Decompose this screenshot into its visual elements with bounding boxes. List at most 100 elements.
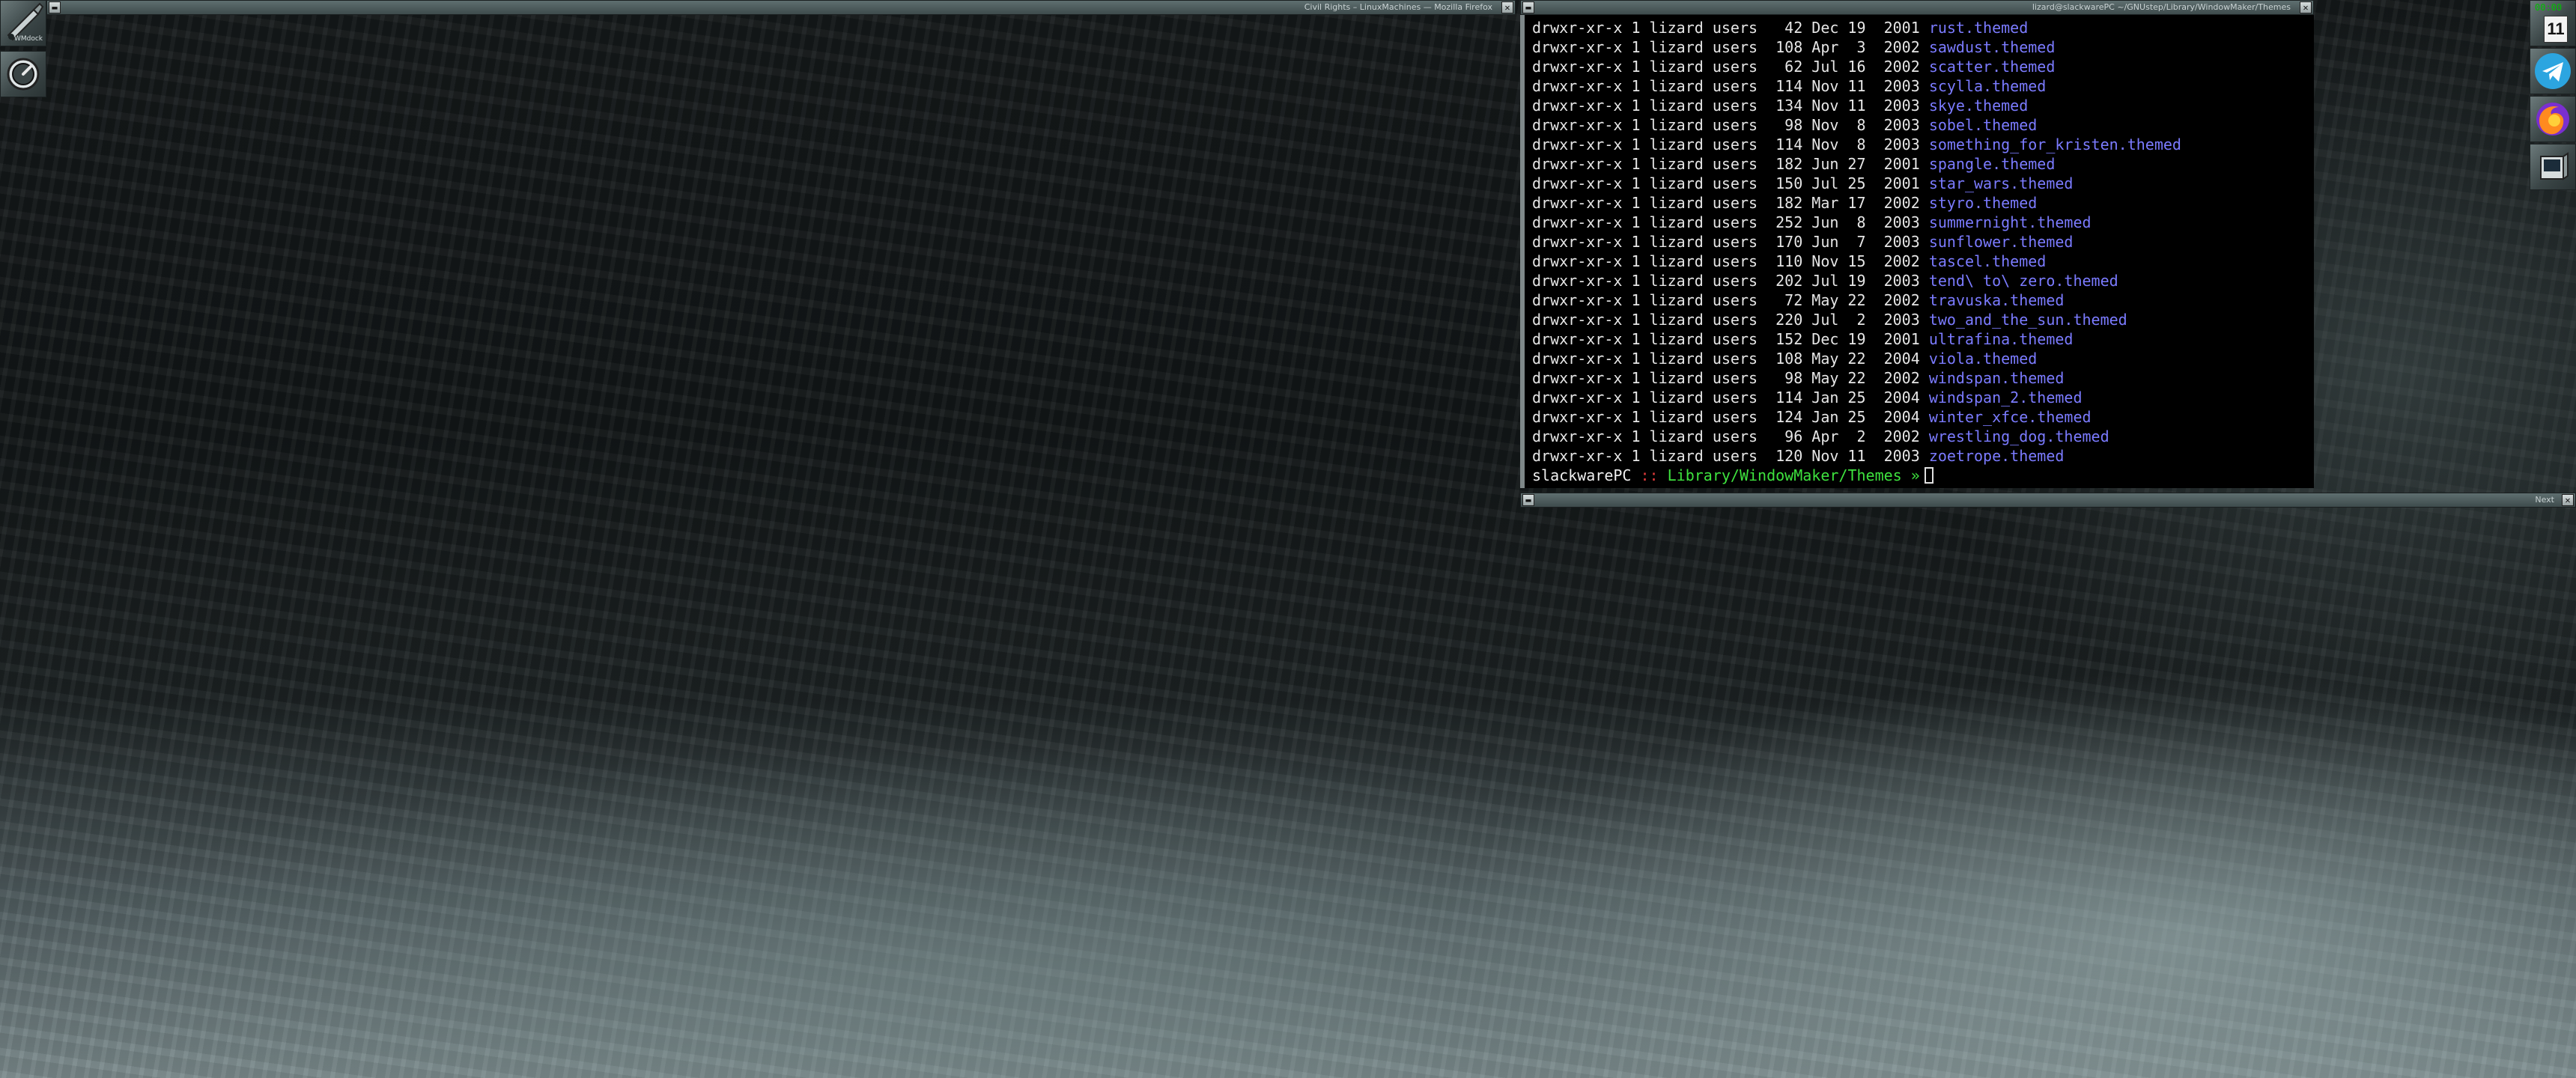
file-meta: drwxr-xr-x 1 lizard users 98 May 22 2002 bbox=[1532, 369, 1920, 387]
terminal-line: drwxr-xr-x 1 lizard users 182 Mar 17 200… bbox=[1532, 193, 2314, 213]
prompt-host: slackwarePC bbox=[1532, 466, 1632, 484]
file-meta: drwxr-xr-x 1 lizard users 170 Jun 7 2003 bbox=[1532, 233, 1920, 251]
terminal-line: drwxr-xr-x 1 lizard users 108 May 22 200… bbox=[1532, 349, 2314, 368]
file-meta: drwxr-xr-x 1 lizard users 62 Jul 16 2002 bbox=[1532, 58, 1920, 76]
file-name: ultrafina.themed bbox=[1928, 330, 2074, 348]
terminal-line: drwxr-xr-x 1 lizard users 98 Nov 8 2003 … bbox=[1532, 115, 2314, 135]
wmaker-caption: WMdock bbox=[13, 35, 43, 43]
file-meta: drwxr-xr-x 1 lizard users 96 Apr 2 2002 bbox=[1532, 427, 1920, 445]
prompt-path: Library/WindowMaker/Themes bbox=[1667, 466, 1902, 484]
terminal-window[interactable]: drwxr-xr-x 1 lizard users 42 Dec 19 2001… bbox=[1520, 15, 2314, 488]
terminal-line: drwxr-xr-x 1 lizard users 120 Nov 11 200… bbox=[1532, 446, 2314, 466]
terminal-window-title: lizard@slackwarePC ~/GNUstep/Library/Win… bbox=[2032, 2, 2291, 12]
terminal-dock-tile[interactable] bbox=[2530, 144, 2576, 190]
close-button[interactable]: ✕ bbox=[2300, 1, 2312, 13]
terminal-line: drwxr-xr-x 1 lizard users 96 Apr 2 2002 … bbox=[1532, 427, 2314, 446]
file-name: spangle.themed bbox=[1928, 155, 2056, 173]
file-name: styro.themed bbox=[1928, 194, 2038, 212]
file-meta: drwxr-xr-x 1 lizard users 134 Nov 11 200… bbox=[1532, 97, 1920, 115]
terminal-listing: drwxr-xr-x 1 lizard users 42 Dec 19 2001… bbox=[1532, 18, 2314, 466]
terminal-cursor bbox=[1924, 467, 1933, 484]
file-name: tend\ to\ zero.themed bbox=[1928, 272, 2118, 290]
mozilla-window-titlebar[interactable]: ▬ Civil Rights – LinuxMachines — Mozilla… bbox=[46, 0, 1516, 15]
terminal-line: drwxr-xr-x 1 lizard users 72 May 22 2002… bbox=[1532, 290, 2314, 310]
file-name: wrestling_dog.themed bbox=[1928, 427, 2109, 445]
firefox-icon bbox=[2536, 103, 2569, 135]
prompt-separator: :: bbox=[1631, 466, 1668, 484]
file-name: sunflower.themed bbox=[1928, 233, 2074, 251]
file-name: winter_xfce.themed bbox=[1928, 408, 2092, 426]
mozilla-window-title: Civil Rights – LinuxMachines — Mozilla F… bbox=[1304, 2, 1492, 12]
file-name: something_for_kristen.themed bbox=[1928, 135, 2181, 153]
terminal-line: drwxr-xr-x 1 lizard users 182 Jun 27 200… bbox=[1532, 154, 2314, 174]
terminal-icon bbox=[2540, 152, 2569, 180]
file-name: two_and_the_sun.themed bbox=[1928, 311, 2127, 329]
telegram-dock-tile[interactable] bbox=[2530, 48, 2576, 94]
clock-dock-tile[interactable]: 00:00 11 bbox=[2530, 0, 2576, 46]
clip-icon bbox=[7, 58, 40, 91]
file-name: scylla.themed bbox=[1928, 77, 2047, 95]
terminal-line: drwxr-xr-x 1 lizard users 62 Jul 16 2002… bbox=[1532, 57, 2314, 76]
terminal-line: drwxr-xr-x 1 lizard users 134 Nov 11 200… bbox=[1532, 96, 2314, 115]
prompt-arrow: » bbox=[1901, 466, 1920, 484]
file-meta: drwxr-xr-x 1 lizard users 108 Apr 3 2002 bbox=[1532, 38, 1920, 56]
close-button[interactable]: ✕ bbox=[1501, 1, 1513, 13]
telegram-icon bbox=[2535, 53, 2571, 89]
file-meta: drwxr-xr-x 1 lizard users 98 Nov 8 2003 bbox=[1532, 116, 1920, 134]
terminal-line: drwxr-xr-x 1 lizard users 152 Dec 19 200… bbox=[1532, 329, 2314, 349]
file-meta: drwxr-xr-x 1 lizard users 110 Nov 15 200… bbox=[1532, 252, 1920, 270]
firefox-dock-tile[interactable] bbox=[2530, 96, 2576, 142]
file-name: sawdust.themed bbox=[1928, 38, 2056, 56]
terminal-line: drwxr-xr-x 1 lizard users 108 Apr 3 2002… bbox=[1532, 37, 2314, 57]
file-meta: drwxr-xr-x 1 lizard users 150 Jul 25 200… bbox=[1532, 174, 1920, 192]
file-meta: drwxr-xr-x 1 lizard users 114 Nov 11 200… bbox=[1532, 77, 1920, 95]
file-meta: drwxr-xr-x 1 lizard users 120 Nov 11 200… bbox=[1532, 447, 1920, 465]
terminal-line: drwxr-xr-x 1 lizard users 124 Jan 25 200… bbox=[1532, 407, 2314, 427]
terminal-line: drwxr-xr-x 1 lizard users 252 Jun 8 2003… bbox=[1532, 213, 2314, 232]
terminal-line: drwxr-xr-x 1 lizard users 42 Dec 19 2001… bbox=[1532, 18, 2314, 37]
clock-icon: 11 bbox=[2544, 16, 2568, 43]
file-name: zoetrope.themed bbox=[1928, 447, 2065, 465]
file-meta: drwxr-xr-x 1 lizard users 108 May 22 200… bbox=[1532, 350, 1920, 368]
shaded-window-title: Next bbox=[2535, 495, 2554, 505]
minimize-button[interactable]: ▬ bbox=[1522, 1, 1534, 13]
file-name: scatter.themed bbox=[1928, 58, 2056, 76]
terminal-line: drwxr-xr-x 1 lizard users 170 Jun 7 2003… bbox=[1532, 232, 2314, 252]
close-button[interactable]: ✕ bbox=[2562, 494, 2574, 506]
file-meta: drwxr-xr-x 1 lizard users 182 Mar 17 200… bbox=[1532, 194, 1920, 212]
terminal-line: drwxr-xr-x 1 lizard users 114 Jan 25 200… bbox=[1532, 388, 2314, 407]
shaded-window-titlebar[interactable]: ▬ Next ✕ bbox=[1520, 493, 2576, 508]
file-name: rust.themed bbox=[1928, 19, 2029, 37]
file-name: windspan_2.themed bbox=[1928, 389, 2083, 406]
right-dock: 00:00 11 bbox=[2530, 0, 2576, 196]
terminal-line: drwxr-xr-x 1 lizard users 114 Nov 8 2003… bbox=[1532, 135, 2314, 154]
file-meta: drwxr-xr-x 1 lizard users 252 Jun 8 2003 bbox=[1532, 213, 1920, 231]
file-meta: drwxr-xr-x 1 lizard users 124 Jan 25 200… bbox=[1532, 408, 1920, 426]
file-meta: drwxr-xr-x 1 lizard users 42 Dec 19 2001 bbox=[1532, 19, 1920, 37]
terminal-line: drwxr-xr-x 1 lizard users 150 Jul 25 200… bbox=[1532, 174, 2314, 193]
file-name: star_wars.themed bbox=[1928, 174, 2074, 192]
minimize-button[interactable]: ▬ bbox=[49, 1, 61, 13]
file-meta: drwxr-xr-x 1 lizard users 114 Jan 25 200… bbox=[1532, 389, 1920, 406]
terminal-line: drwxr-xr-x 1 lizard users 110 Nov 15 200… bbox=[1532, 252, 2314, 271]
file-name: skye.themed bbox=[1928, 97, 2029, 115]
file-meta: drwxr-xr-x 1 lizard users 202 Jul 19 200… bbox=[1532, 272, 1920, 290]
file-meta: drwxr-xr-x 1 lizard users 72 May 22 2002 bbox=[1532, 291, 1920, 309]
minimize-button[interactable]: ▬ bbox=[1522, 494, 1534, 506]
file-name: sobel.themed bbox=[1928, 116, 2038, 134]
file-name: viola.themed bbox=[1928, 350, 2038, 368]
clip-dock-tile[interactable] bbox=[0, 51, 46, 97]
file-name: windspan.themed bbox=[1928, 369, 2065, 387]
file-meta: drwxr-xr-x 1 lizard users 182 Jun 27 200… bbox=[1532, 155, 1920, 173]
terminal-prompt[interactable]: slackwarePC :: Library/WindowMaker/Theme… bbox=[1532, 466, 2314, 485]
windowmaker-dock-tile[interactable]: WMdock bbox=[0, 0, 46, 46]
file-name: tascel.themed bbox=[1928, 252, 2047, 270]
file-name: travuska.themed bbox=[1928, 291, 2065, 309]
terminal-window-titlebar[interactable]: ▬ lizard@slackwarePC ~/GNUstep/Library/W… bbox=[1520, 0, 2314, 15]
terminal-line: drwxr-xr-x 1 lizard users 98 May 22 2002… bbox=[1532, 368, 2314, 388]
file-meta: drwxr-xr-x 1 lizard users 220 Jul 2 2003 bbox=[1532, 311, 1920, 329]
file-name: summernight.themed bbox=[1928, 213, 2092, 231]
clock-time: 00:00 bbox=[2535, 2, 2563, 13]
terminal-line: drwxr-xr-x 1 lizard users 202 Jul 19 200… bbox=[1532, 271, 2314, 290]
terminal-line: drwxr-xr-x 1 lizard users 114 Nov 11 200… bbox=[1532, 76, 2314, 96]
